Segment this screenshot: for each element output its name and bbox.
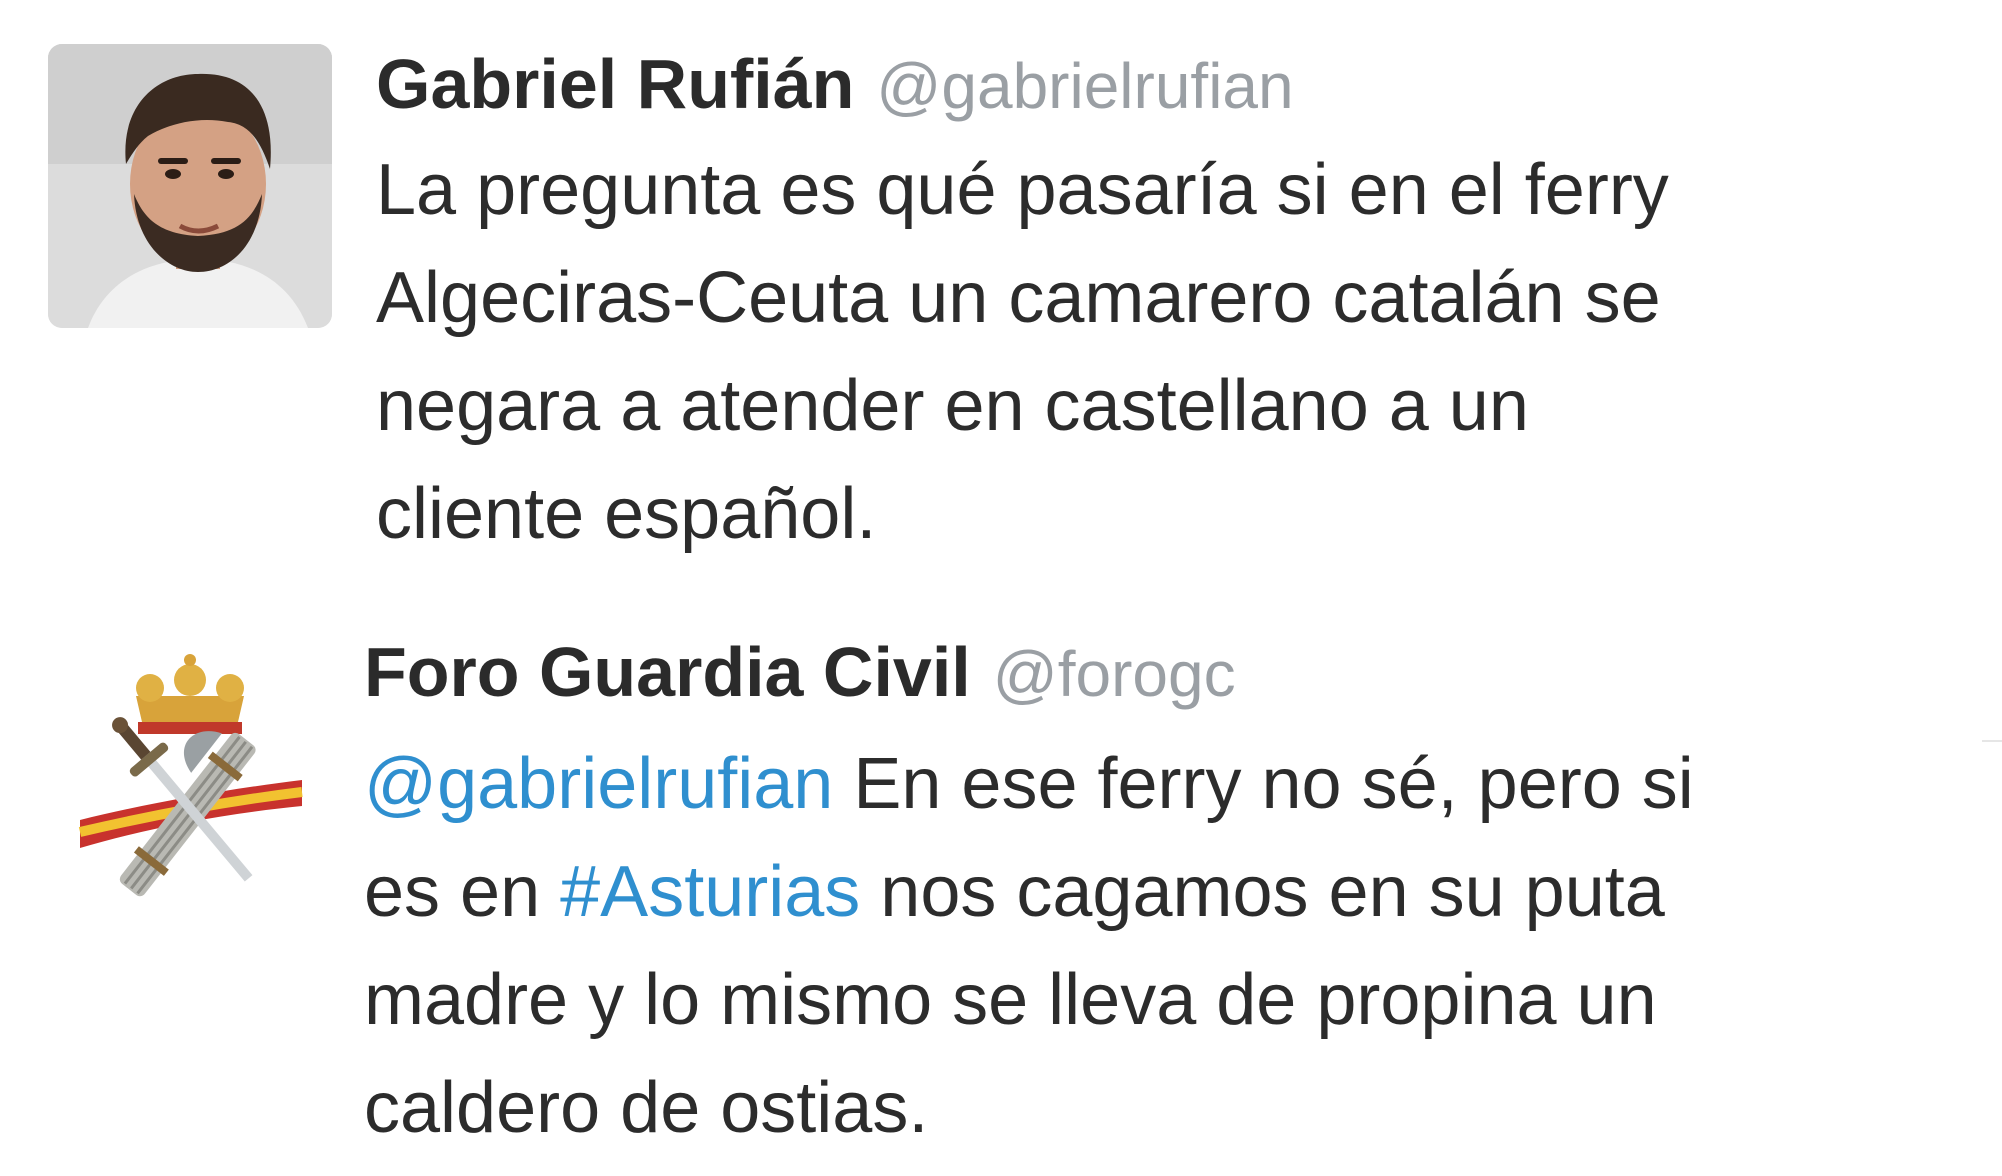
tweet-text-line: Algeciras-Ceuta un camarero catalán se [376, 258, 1661, 338]
tweet-text-line: caldero de ostias. [364, 1068, 929, 1148]
tweet-header: Gabriel Rufián @gabrielrufian [376, 44, 1294, 126]
tweet-text-line: La pregunta es qué pasaría si en el ferr… [376, 150, 1669, 230]
divider [1982, 740, 2002, 742]
tweet-text: @gabrielrufian En ese ferry no sé, pero … [364, 730, 1694, 1162]
avatar-gabriel-rufian[interactable] [48, 44, 332, 328]
tweet-text-segment: En ese ferry no sé, pero si [833, 744, 1694, 824]
tweet-text-line: cliente español. [376, 474, 877, 554]
author-name[interactable]: Gabriel Rufián [376, 45, 854, 123]
avatar-foro-guardia-civil[interactable] [40, 630, 340, 930]
mention-link[interactable]: @gabrielrufian [364, 744, 833, 824]
tweet-text: La pregunta es qué pasaría si en el ferr… [376, 136, 1669, 568]
guardia-civil-emblem-icon [40, 630, 340, 930]
hashtag-link[interactable]: #Asturias [560, 852, 860, 932]
author-handle[interactable]: @forogc [993, 638, 1236, 710]
author-handle[interactable]: @gabrielrufian [876, 50, 1293, 122]
tweet-text-line: es en #Asturias nos cagamos en su puta [364, 838, 1694, 946]
author-name[interactable]: Foro Guardia Civil [364, 633, 971, 711]
tweet-text-line: @gabrielrufian En ese ferry no sé, pero … [364, 730, 1694, 838]
tweet-text-line: negara a atender en castellano a un [376, 366, 1529, 446]
person-photo-icon [48, 44, 332, 328]
tweet-text-line: madre y lo mismo se lleva de propina un [364, 960, 1657, 1040]
tweet-header: Foro Guardia Civil @forogc [364, 632, 1236, 714]
tweet-text-segment: nos cagamos en su puta [860, 852, 1665, 932]
tweet-text-segment: es en [364, 852, 561, 932]
